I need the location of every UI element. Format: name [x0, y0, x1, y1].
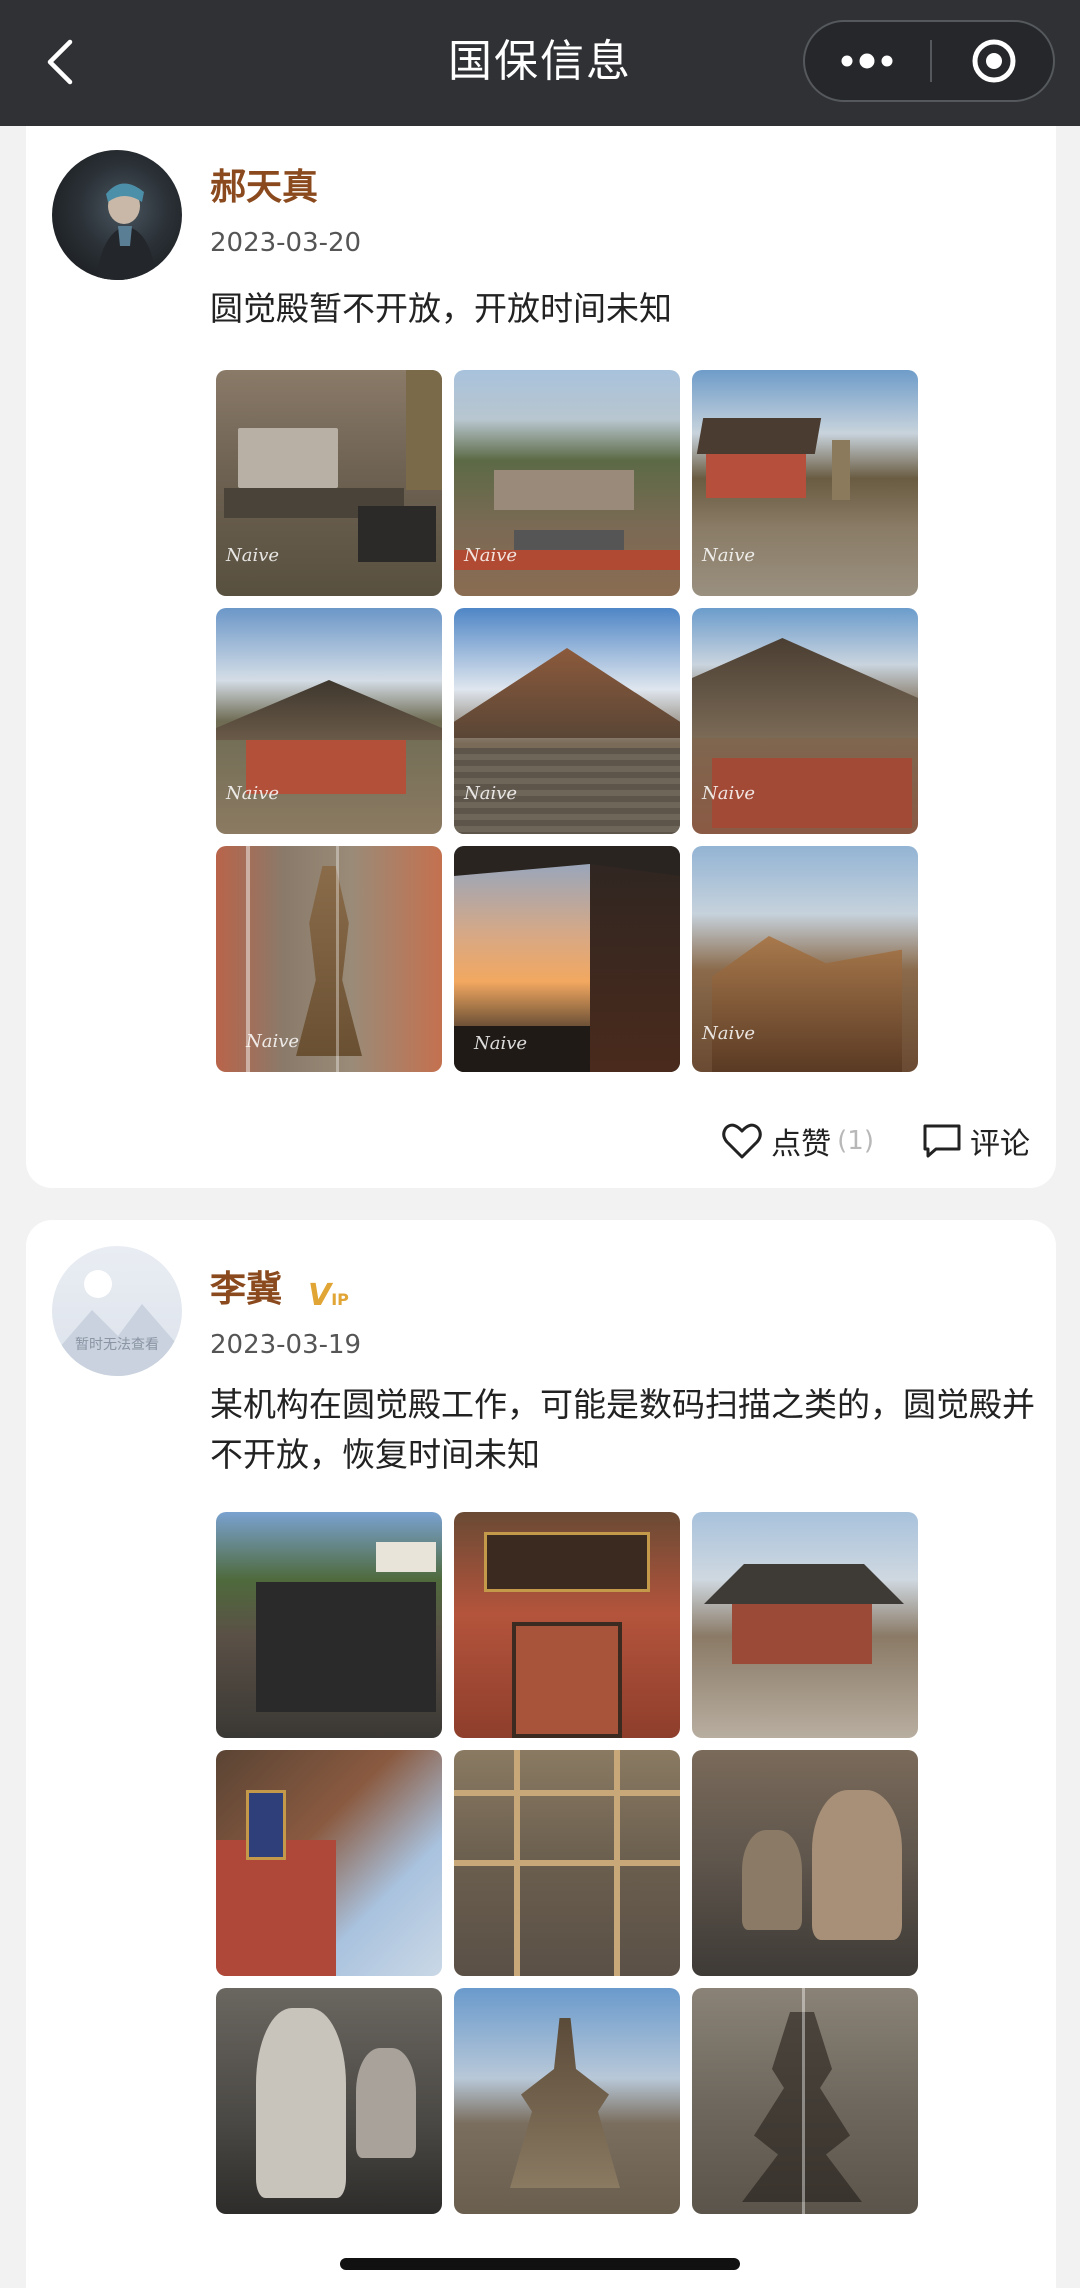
avatar-placeholder-text: 暂时无法查看 [75, 1337, 159, 1353]
post-image[interactable] [692, 1750, 918, 1976]
post-date: 2023-03-19 [210, 1330, 362, 1360]
watermark: Naive [226, 545, 280, 566]
avatar-photo [96, 183, 156, 280]
post-card: 暂时无法查看 李冀 VIP 2023-03-19 某机构在圆觉殿工作，可能是数码… [26, 1220, 1056, 2288]
post-image[interactable] [454, 1988, 680, 2214]
watermark: Naive [702, 545, 756, 566]
post-image[interactable] [454, 1750, 680, 1976]
post-image[interactable]: Naive [692, 846, 918, 1072]
like-button[interactable]: 点赞 (1) [721, 1119, 874, 1163]
watermark: Naive [702, 1023, 756, 1044]
watermark: Naive [464, 783, 518, 804]
watermark: Naive [474, 1033, 528, 1054]
post-date: 2023-03-20 [210, 228, 362, 258]
top-navigation-bar: 国保信息 [0, 0, 1080, 126]
vip-badge: VIP [308, 1278, 349, 1313]
like-count: (1) [837, 1126, 874, 1156]
post-image[interactable] [454, 1512, 680, 1738]
post-content: 圆觉殿暂不开放，开放时间未知 [210, 289, 672, 328]
post-image[interactable]: Naive [216, 608, 442, 834]
post-image[interactable]: Naive [692, 608, 918, 834]
post-image[interactable]: Naive [454, 370, 680, 596]
comment-label: 评论 [970, 1127, 1030, 1162]
more-button[interactable] [805, 22, 929, 100]
post-actions: 点赞 (1) 评论 [673, 1116, 1030, 1166]
image-grid: Naive Naive Naive Naive Naive Naive Naiv… [216, 370, 930, 1072]
comment-button[interactable]: 评论 [922, 1119, 1030, 1163]
target-circle-icon [972, 39, 1016, 83]
post-image[interactable] [216, 1750, 442, 1976]
post-image[interactable]: Naive [454, 608, 680, 834]
post-image[interactable] [216, 1512, 442, 1738]
post-image[interactable]: Naive [692, 370, 918, 596]
post-image[interactable]: Naive [216, 846, 442, 1072]
post-image[interactable]: Naive [454, 846, 680, 1072]
watermark: Naive [226, 783, 280, 804]
placeholder-image-icon [52, 1270, 182, 1376]
capsule-divider [930, 40, 932, 82]
username[interactable]: 郝天真 [210, 158, 318, 210]
avatar[interactable] [52, 150, 182, 280]
watermark: Naive [464, 545, 518, 566]
post-card: 郝天真 2023-03-20 圆觉殿暂不开放，开放时间未知 Naive Naiv… [26, 126, 1056, 1188]
mini-program-capsule [803, 20, 1055, 102]
watermark: Naive [246, 1031, 300, 1052]
like-label: 点赞 [771, 1127, 832, 1162]
more-dots-icon [841, 53, 893, 69]
avatar[interactable]: 暂时无法查看 [52, 1246, 182, 1376]
home-indicator [340, 2258, 740, 2270]
post-image[interactable] [216, 1988, 442, 2214]
watermark: Naive [702, 783, 756, 804]
image-grid [216, 1512, 930, 2214]
post-image[interactable]: Naive [216, 370, 442, 596]
post-image[interactable] [692, 1988, 918, 2214]
comment-icon [923, 1124, 961, 1158]
close-button[interactable] [933, 22, 1055, 100]
post-image[interactable] [692, 1512, 918, 1738]
username[interactable]: 李冀 [210, 1260, 282, 1312]
heart-icon [722, 1123, 762, 1159]
post-content: 某机构在圆觉殿工作，可能是数码扫描之类的，圆觉殿并不开放，恢复时间未知 [210, 1385, 1035, 1474]
